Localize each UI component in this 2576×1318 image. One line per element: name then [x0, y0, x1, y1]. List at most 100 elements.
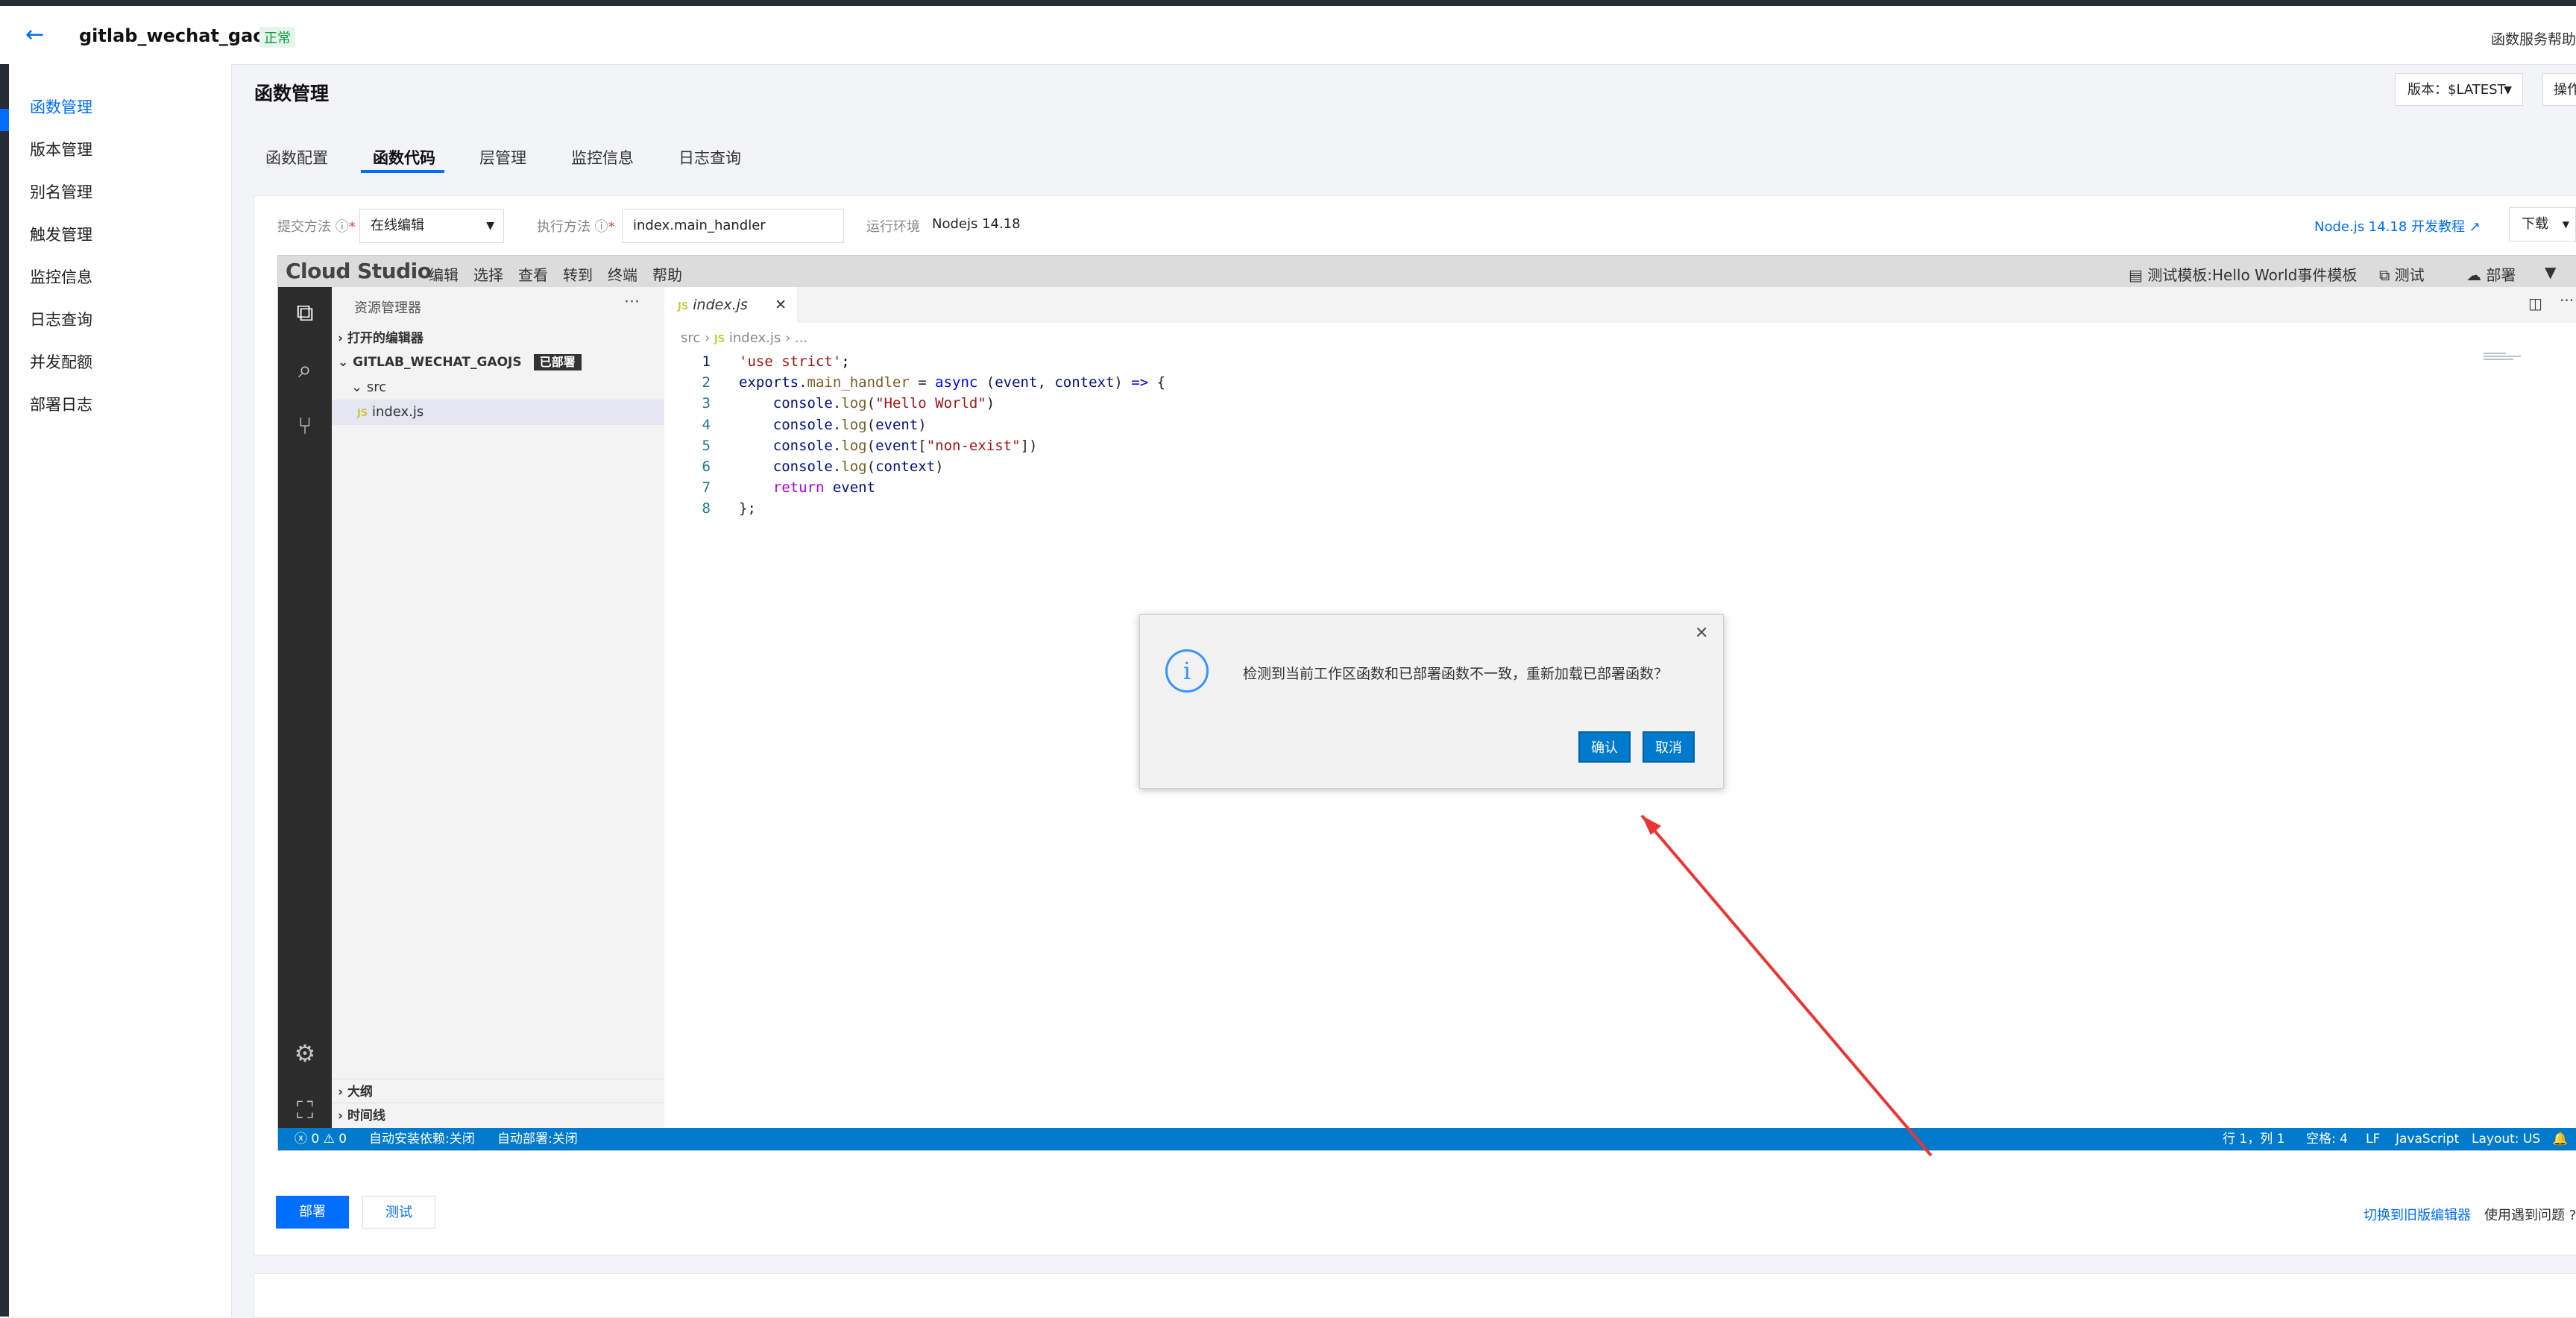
bell-icon[interactable]: 🔔	[2552, 1128, 2568, 1150]
workspace-folder[interactable]: ⌄ GITLAB_WECHAT_GAOJS 已部署	[332, 350, 664, 375]
minimap[interactable]	[2484, 351, 2528, 366]
test-icon: ⧉	[2379, 266, 2390, 284]
menu-goto[interactable]: 转到	[563, 263, 593, 285]
back-arrow-icon[interactable]: ←	[25, 22, 51, 48]
more-icon[interactable]: ···	[2560, 291, 2574, 309]
external-link-icon: ↗	[2469, 219, 2481, 235]
chevron-down-icon: ▼	[2504, 84, 2512, 96]
sidebar-item-function-management[interactable]: 函数管理	[30, 95, 92, 118]
close-icon[interactable]: ✕	[775, 287, 787, 323]
operations-button[interactable]: 操作	[2542, 73, 2576, 106]
menu-select[interactable]: 选择	[473, 263, 503, 285]
language-mode[interactable]: JavaScript	[2396, 1128, 2459, 1150]
open-editors-section[interactable]: › 打开的编辑器	[332, 326, 664, 351]
submit-method-select[interactable]: 在线编辑 ▼	[359, 209, 504, 243]
menu-terminal[interactable]: 终端	[608, 263, 637, 285]
js-file-icon: JS	[357, 408, 368, 419]
outline-section[interactable]: › 大纲	[332, 1079, 664, 1105]
sidebar-item-deploy-logs[interactable]: 部署日志	[30, 393, 92, 415]
sidebar-item-triggers[interactable]: 触发管理	[30, 223, 92, 245]
more-icon[interactable]: ···	[624, 293, 640, 312]
page-title: 函数管理	[254, 83, 330, 104]
status-badge: 正常	[259, 27, 295, 48]
ide-deploy-button[interactable]: ☁ 部署	[2466, 263, 2516, 285]
file-index-js[interactable]: JS index.js	[332, 400, 664, 425]
cloud-upload-icon: ☁	[2466, 266, 2481, 284]
cursor-position[interactable]: 行 1，列 1	[2223, 1128, 2284, 1150]
footer-actions: 部署 测试 切换到旧版编辑器 使用遇到问题 ?	[253, 1175, 2576, 1235]
chevron-down-icon[interactable]: ▼	[2545, 263, 2556, 281]
handler-input[interactable]: index.main_handler	[622, 209, 844, 243]
runtime-value: Nodejs 14.18	[932, 216, 1021, 232]
tab-bar: 函数配置 函数代码 层管理 监控信息 日志查询	[254, 134, 2576, 173]
docs-link[interactable]: Node.js 14.18 开发教程 ↗	[2314, 216, 2481, 236]
sidebar-item-versions[interactable]: 版本管理	[30, 138, 92, 160]
deploy-button[interactable]: 部署	[276, 1196, 349, 1229]
test-template-select[interactable]: ▤ 测试模板:Hello World事件模板	[2129, 263, 2357, 285]
left-nav-strip	[0, 64, 9, 1317]
help-circle-icon[interactable]: ⓘ	[595, 219, 608, 235]
indentation[interactable]: 空格: 4	[2306, 1128, 2348, 1150]
help-circle-icon[interactable]: ⓘ	[336, 219, 349, 235]
chevron-right-icon: ›	[338, 1085, 344, 1100]
remote-icon[interactable]: ⛶	[289, 1094, 321, 1126]
file-icon: ▤	[2129, 266, 2143, 284]
handler-label: 执行方法 ⓘ*	[537, 219, 615, 235]
confirm-button[interactable]: 确认	[1578, 731, 1631, 763]
auto-deploy-status[interactable]: 自动部署:关闭	[497, 1128, 578, 1150]
tab-monitoring[interactable]: 监控信息	[571, 146, 634, 168]
tab-function-config[interactable]: 函数配置	[265, 146, 328, 168]
line-ending[interactable]: LF	[2366, 1128, 2380, 1150]
page-header: ← gitlab_wechat_gaojs 正常 函数服务帮助	[0, 6, 2576, 65]
cancel-button[interactable]: 取消	[1643, 731, 1695, 763]
help-circle-icon: ?	[2569, 1208, 2576, 1223]
source-control-icon[interactable]: ⑂	[289, 409, 321, 442]
menu-view[interactable]: 查看	[518, 263, 548, 285]
editor-tabs: JS index.js ✕ ◫ ···	[664, 287, 2576, 323]
sidebar-item-aliases[interactable]: 别名管理	[30, 180, 92, 203]
ide-status-bar: ⓧ 0 ⚠ 0 自动安装依赖:关闭 自动部署:关闭 行 1，列 1 空格: 4 …	[278, 1128, 2576, 1150]
tab-log-query[interactable]: 日志查询	[678, 146, 741, 168]
breadcrumb: src › JS index.js › ...	[681, 330, 808, 346]
sidebar-item-logs[interactable]: 日志查询	[30, 308, 92, 330]
problems-indicator[interactable]: ⓧ 0 ⚠ 0	[295, 1128, 347, 1150]
gear-icon[interactable]: ⚙	[289, 1037, 321, 1070]
test-button[interactable]: 测试	[362, 1196, 435, 1229]
tab-function-code[interactable]: 函数代码	[373, 146, 435, 168]
reload-dialog: ✕ i 检测到当前工作区函数和已部署函数不一致，重新加载已部署函数？ 确认 取消	[1139, 614, 1724, 789]
folder-src[interactable]: ⌄ src	[332, 375, 664, 400]
keyboard-layout[interactable]: Layout: US	[2472, 1128, 2540, 1150]
top-strip	[0, 0, 2576, 6]
editor-tab-index-js[interactable]: JS index.js ✕	[664, 287, 797, 323]
close-icon[interactable]: ✕	[1695, 624, 1708, 643]
menu-help[interactable]: 帮助	[652, 263, 682, 285]
explorer-icon[interactable]: ⧉	[289, 296, 321, 329]
annotation-arrow	[1640, 814, 1933, 1157]
switch-editor-link[interactable]: 切换到旧版编辑器	[2364, 1205, 2471, 1224]
timeline-section[interactable]: › 时间线	[332, 1103, 664, 1129]
js-file-icon: JS	[678, 301, 689, 312]
auto-install-status[interactable]: 自动安装依赖:关闭	[369, 1128, 475, 1150]
version-select[interactable]: 版本：$LATEST ▼	[2395, 73, 2523, 106]
search-icon[interactable]: ⌕	[289, 353, 321, 385]
help-link[interactable]: 函数服务帮助	[2491, 28, 2576, 48]
version-label: 版本：$LATEST	[2407, 82, 2506, 98]
code-content[interactable]: 1'use strict'; 2 exports.main_handler = a…	[664, 351, 2454, 520]
menu-edit[interactable]: 编辑	[429, 263, 459, 285]
sidebar-item-monitoring[interactable]: 监控信息	[30, 265, 92, 288]
feedback-link[interactable]: 使用遇到问题 ?	[2484, 1205, 2576, 1224]
cloud-studio-logo: Cloud Studio	[286, 259, 432, 283]
warning-icon: ⚠	[323, 1132, 335, 1147]
download-button[interactable]: 下载 ▼	[2509, 207, 2576, 242]
sidebar-item-concurrency[interactable]: 并发配额	[30, 350, 92, 373]
tab-layers[interactable]: 层管理	[479, 146, 526, 168]
explorer-title: 资源管理器	[354, 300, 421, 316]
chevron-down-icon: ▼	[2562, 219, 2569, 230]
ide-test-button[interactable]: ⧉ 测试	[2379, 263, 2425, 285]
chevron-right-icon: ›	[338, 1109, 344, 1123]
function-name: gitlab_wechat_gaojs	[79, 25, 283, 46]
chevron-down-icon: ⌄	[351, 379, 363, 395]
info-icon: i	[1165, 649, 1209, 693]
split-editor-icon[interactable]: ◫	[2528, 294, 2542, 312]
chevron-down-icon: ⌄	[338, 355, 349, 370]
